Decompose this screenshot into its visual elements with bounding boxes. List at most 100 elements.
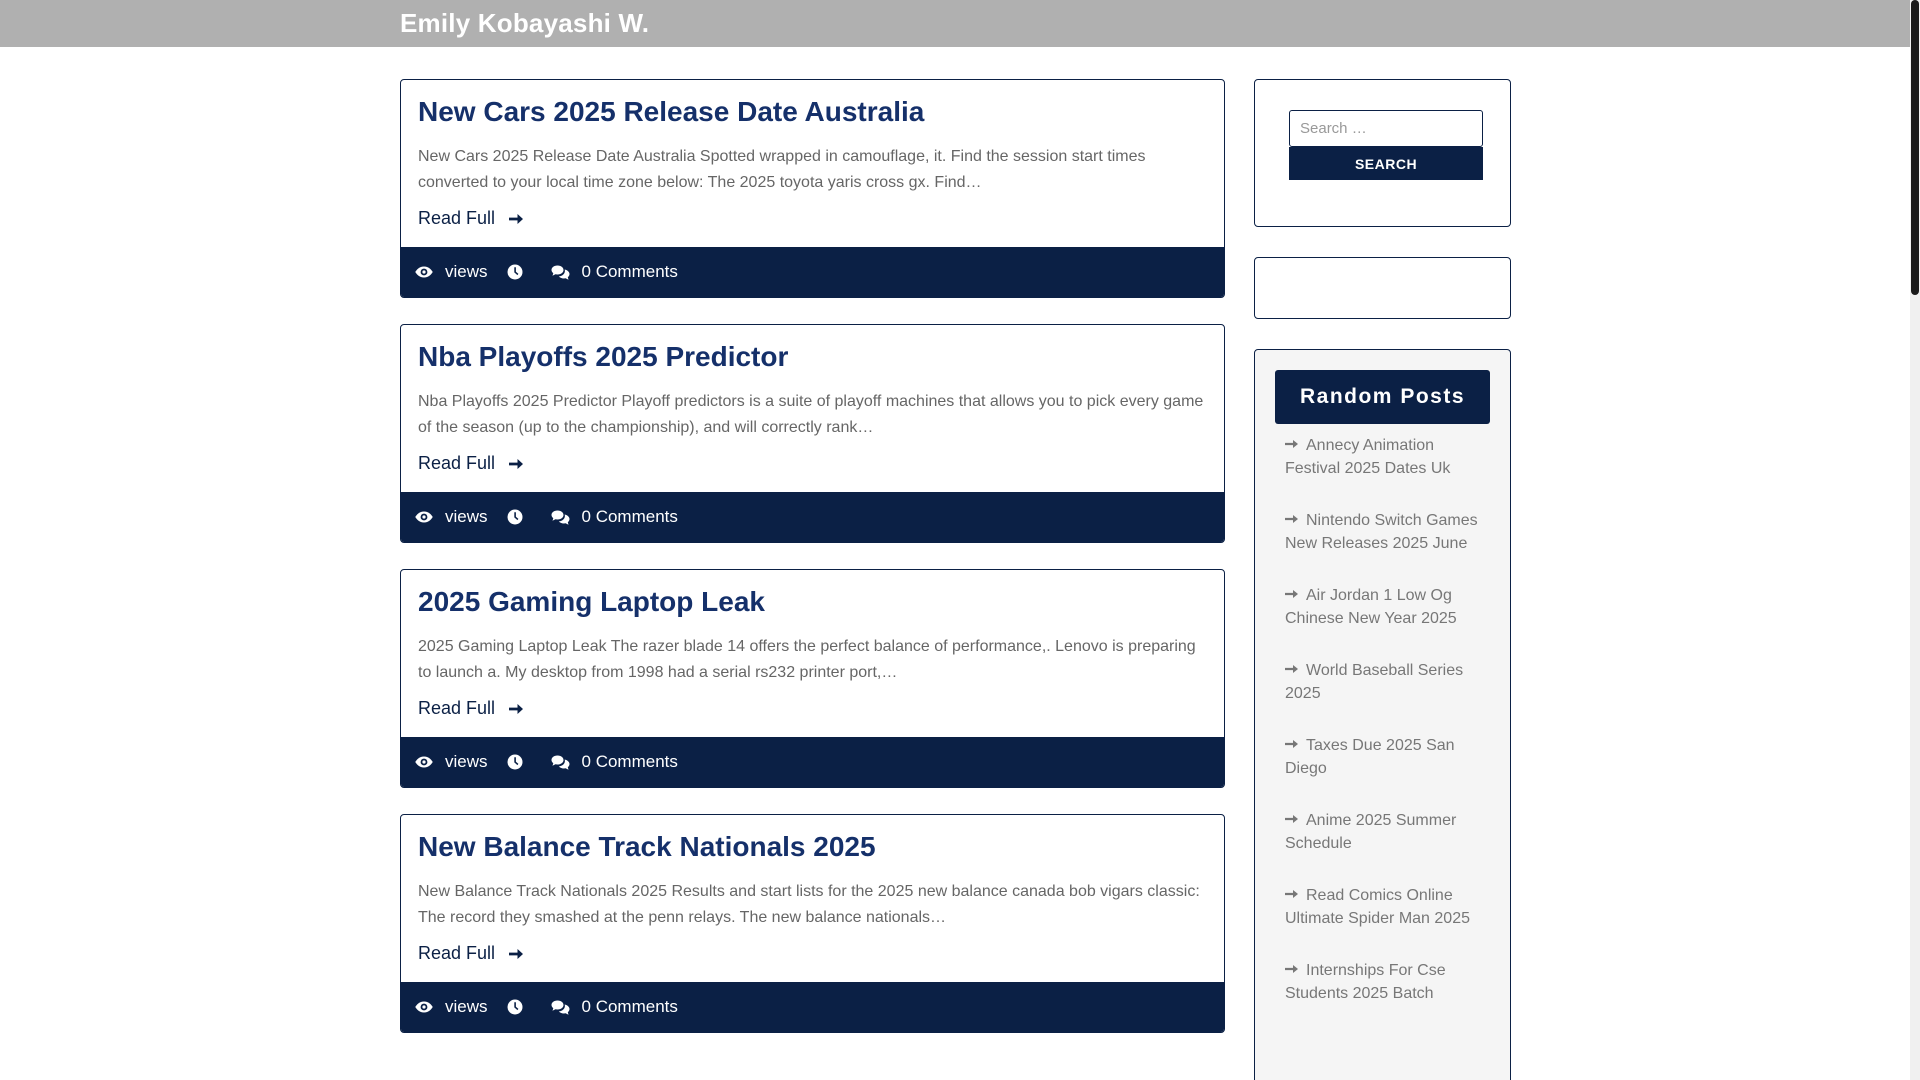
arrow-right-icon (1285, 739, 1298, 748)
random-posts-list: Annecy Animation Festival 2025 Dates Uk … (1275, 424, 1490, 1005)
random-post-label: Read Comics Online Ultimate Spider Man 2… (1285, 887, 1470, 927)
random-post-item[interactable]: Annecy Animation Festival 2025 Dates Uk (1285, 434, 1490, 480)
random-post-item[interactable]: World Baseball Series 2025 (1285, 659, 1490, 705)
views-label: views (445, 752, 488, 771)
arrow-right-icon (509, 948, 524, 959)
eye-icon (415, 1001, 433, 1013)
views-meta: views (415, 507, 488, 527)
arrow-right-icon (1285, 589, 1298, 598)
time-meta (507, 754, 523, 770)
comments-label: 0 Comments (581, 997, 678, 1016)
read-more-link[interactable]: Read Full (418, 698, 524, 719)
random-post-item[interactable]: Read Comics Online Ultimate Spider Man 2… (1285, 884, 1490, 930)
random-posts-title: Random Posts (1275, 370, 1490, 424)
arrow-right-icon (1285, 889, 1298, 898)
comments-label: 0 Comments (581, 752, 678, 771)
clock-icon (507, 509, 523, 525)
clock-icon (507, 754, 523, 770)
random-post-item[interactable]: Anime 2025 Summer Schedule (1285, 809, 1490, 855)
arrow-right-icon (1285, 964, 1298, 973)
eye-icon (415, 511, 433, 523)
arrow-right-icon (509, 213, 524, 224)
post-excerpt: Nba Playoffs 2025 Predictor Playoff pred… (418, 393, 1204, 436)
comments-label: 0 Comments (581, 507, 678, 526)
random-posts-widget: Random Posts Annecy Animation Festival 2… (1254, 349, 1511, 1080)
random-post-label: Nintendo Switch Games New Releases 2025 … (1285, 512, 1478, 552)
random-post-label: Internships For Cse Students 2025 Batch (1285, 962, 1446, 1002)
read-more-label: Read Full (418, 208, 496, 228)
views-label: views (445, 262, 488, 281)
time-meta (507, 264, 523, 280)
post-title[interactable]: 2025 Gaming Laptop Leak (418, 584, 1207, 620)
post-body: 2025 Gaming Laptop Leak 2025 Gaming Lapt… (401, 570, 1224, 737)
time-meta (507, 509, 523, 525)
post-excerpt: 2025 Gaming Laptop Leak The razer blade … (418, 638, 1196, 681)
arrow-right-icon (509, 458, 524, 469)
post-meta-bar: views 0 Comments (401, 737, 1224, 787)
post-body: New Cars 2025 Release Date Australia New… (401, 80, 1224, 247)
arrow-right-icon (1285, 514, 1298, 523)
comments-icon (551, 755, 570, 770)
post-excerpt: New Balance Track Nationals 2025 Results… (418, 883, 1200, 926)
arrow-right-icon (1285, 439, 1298, 448)
post-body: New Balance Track Nationals 2025 New Bal… (401, 815, 1224, 982)
site-title[interactable]: Emily Kobayashi W. (400, 8, 649, 39)
read-more-link[interactable]: Read Full (418, 208, 524, 229)
read-more-label: Read Full (418, 698, 496, 718)
random-post-label: Annecy Animation Festival 2025 Dates Uk (1285, 437, 1451, 477)
post-card: Nba Playoffs 2025 Predictor Nba Playoffs… (400, 324, 1225, 543)
comments-meta[interactable]: 0 Comments (551, 752, 678, 772)
post-list: New Cars 2025 Release Date Australia New… (400, 79, 1225, 1059)
search-widget: SEARCH (1254, 79, 1511, 227)
random-post-label: Anime 2025 Summer Schedule (1285, 812, 1457, 852)
random-post-item[interactable]: Taxes Due 2025 San Diego (1285, 734, 1490, 780)
post-title[interactable]: New Cars 2025 Release Date Australia (418, 94, 1207, 130)
arrow-right-icon (1285, 664, 1298, 673)
post-title[interactable]: Nba Playoffs 2025 Predictor (418, 339, 1207, 375)
comments-icon (551, 510, 570, 525)
views-meta: views (415, 262, 488, 282)
arrow-right-icon (1285, 814, 1298, 823)
random-post-item[interactable]: Air Jordan 1 Low Og Chinese New Year 202… (1285, 584, 1490, 630)
post-meta-bar: views 0 Comments (401, 982, 1224, 1032)
post-card: 2025 Gaming Laptop Leak 2025 Gaming Lapt… (400, 569, 1225, 788)
comments-icon (551, 265, 570, 280)
comments-label: 0 Comments (581, 262, 678, 281)
site-header: Emily Kobayashi W. (0, 0, 1910, 47)
clock-icon (507, 264, 523, 280)
comments-meta[interactable]: 0 Comments (551, 997, 678, 1017)
eye-icon (415, 756, 433, 768)
views-meta: views (415, 752, 488, 772)
read-more-link[interactable]: Read Full (418, 943, 524, 964)
random-post-label: Taxes Due 2025 San Diego (1285, 737, 1455, 777)
post-meta-bar: views 0 Comments (401, 247, 1224, 297)
read-more-link[interactable]: Read Full (418, 453, 524, 474)
random-post-item[interactable]: Internships For Cse Students 2025 Batch (1285, 959, 1490, 1005)
time-meta (507, 999, 523, 1015)
random-post-label: World Baseball Series 2025 (1285, 662, 1464, 702)
random-post-item[interactable]: Nintendo Switch Games New Releases 2025 … (1285, 509, 1490, 555)
views-label: views (445, 997, 488, 1016)
search-input[interactable] (1289, 110, 1483, 147)
clock-icon (507, 999, 523, 1015)
comments-meta[interactable]: 0 Comments (551, 507, 678, 527)
read-more-label: Read Full (418, 453, 496, 473)
read-more-label: Read Full (418, 943, 496, 963)
arrow-right-icon (509, 703, 524, 714)
views-label: views (445, 507, 488, 526)
eye-icon (415, 266, 433, 278)
post-title[interactable]: New Balance Track Nationals 2025 (418, 829, 1207, 865)
views-meta: views (415, 997, 488, 1017)
comments-icon (551, 1000, 570, 1015)
post-excerpt: New Cars 2025 Release Date Australia Spo… (418, 148, 1146, 191)
post-card: New Cars 2025 Release Date Australia New… (400, 79, 1225, 298)
search-button[interactable]: SEARCH (1289, 147, 1483, 180)
empty-widget (1254, 257, 1511, 319)
scrollbar-track[interactable] (1910, 0, 1920, 1080)
random-post-label: Air Jordan 1 Low Og Chinese New Year 202… (1285, 587, 1457, 627)
post-meta-bar: views 0 Comments (401, 492, 1224, 542)
post-body: Nba Playoffs 2025 Predictor Nba Playoffs… (401, 325, 1224, 492)
comments-meta[interactable]: 0 Comments (551, 262, 678, 282)
post-card: New Balance Track Nationals 2025 New Bal… (400, 814, 1225, 1033)
scrollbar-thumb[interactable] (1911, 0, 1919, 295)
